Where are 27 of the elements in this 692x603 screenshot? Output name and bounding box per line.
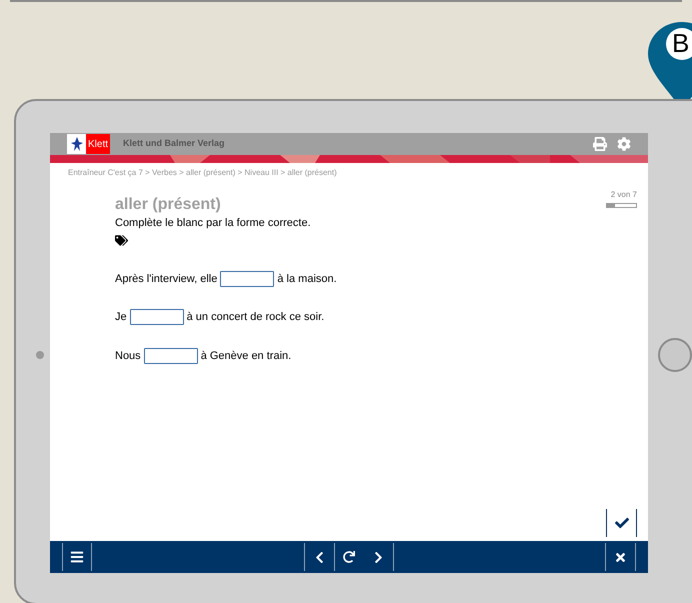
check-button[interactable]	[606, 509, 637, 537]
reload-icon	[343, 551, 355, 563]
answer-field[interactable]	[220, 270, 274, 287]
sentence-text: à un concert de rock ce soir.	[186, 310, 324, 325]
answer-field[interactable]	[130, 309, 184, 326]
print-icon[interactable]	[593, 137, 607, 151]
logo-text: Klett	[86, 134, 110, 154]
instruction-text: Complète le blanc par la forme correcte.	[115, 216, 311, 231]
publisher-name: Klett und Balmer Verlag	[123, 137, 225, 150]
settings-icon[interactable]	[617, 137, 631, 151]
close-icon	[614, 550, 627, 564]
check-icon	[614, 516, 628, 530]
sentence-text: à la maison.	[277, 272, 337, 286]
pin-label: B	[672, 28, 690, 58]
menu-icon	[70, 550, 84, 564]
sentence-text: à Genève en train.	[200, 348, 292, 364]
exercise-title: aller (présent)	[115, 195, 222, 215]
page-counter: 2 von 7	[610, 189, 637, 201]
answer-field[interactable]	[144, 348, 198, 364]
sentence-text: Je	[115, 310, 127, 325]
tags-icon[interactable]	[115, 234, 128, 246]
menu-button[interactable]	[62, 543, 92, 571]
close-button[interactable]	[605, 543, 636, 571]
sentence-text: Nous	[115, 348, 141, 364]
logo-emblem-icon	[67, 134, 86, 154]
sentence-text: Après l'interview, elle	[115, 272, 218, 286]
breadcrumb: Entraîneur C'est ça 7 > Verbes > aller (présent) > Niveau III > aller (présent)	[67, 167, 338, 179]
